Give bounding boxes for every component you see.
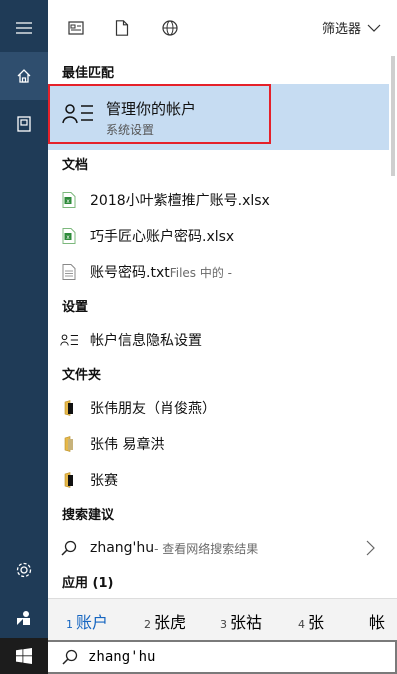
filter-label: 筛选器	[321, 22, 361, 37]
web-suggestion-item[interactable]: zhang'hu - 查看网络搜索结果	[48, 530, 389, 566]
search-results-panel: 最佳匹配 管理你的帐户 系统设置 文档 x 2018小叶紫檀推广账号.xlsx …	[48, 56, 389, 598]
document-item[interactable]: x 2018小叶紫檀推广账号.xlsx	[48, 182, 389, 218]
ime-candidate[interactable]: 3 张祜	[220, 609, 262, 633]
gear-icon	[16, 562, 32, 578]
section-apps: 应用 (1)	[62, 576, 114, 591]
candidate-number: 2	[144, 618, 151, 631]
svg-text:x: x	[66, 234, 70, 241]
filter-dropdown[interactable]: 筛选器	[322, 18, 381, 37]
chevron-down-icon	[367, 24, 381, 32]
section-suggestions: 搜索建议	[62, 508, 115, 523]
settings-name: 帐户信息隐私设置	[90, 333, 202, 349]
settings-item[interactable]: 帐户信息隐私设置	[48, 322, 389, 358]
feedback-icon	[17, 611, 30, 625]
folder-name: 张赛	[90, 473, 118, 489]
settings-button[interactable]	[0, 546, 48, 594]
svg-text:x: x	[66, 198, 70, 205]
excel-file-icon: x	[60, 227, 78, 245]
text-file-icon	[60, 263, 78, 281]
ime-candidate[interactable]: 4 张	[298, 609, 324, 633]
candidate-number: 4	[298, 618, 305, 631]
document-icon	[115, 20, 129, 36]
search-scope-toolbar: 筛选器	[48, 0, 397, 56]
candidate-text: 张虎	[154, 613, 187, 632]
web-scope-button[interactable]	[158, 16, 182, 40]
document-item[interactable]: x 巧手匠心账户密码.xlsx	[48, 218, 389, 254]
section-folders: 文件夹	[62, 368, 102, 383]
device-button[interactable]	[0, 100, 48, 148]
folder-icon	[60, 471, 78, 489]
candidate-text: 张	[308, 613, 325, 632]
document-name: 账号密码.txt	[90, 265, 170, 281]
chevron-right-icon[interactable]	[366, 540, 375, 560]
search-input[interactable]: zhang'hu	[88, 649, 155, 665]
candidate-number: 1	[66, 618, 73, 631]
best-match-item[interactable]: 管理你的帐户 系统设置	[48, 84, 389, 150]
candidate-number: 3	[220, 618, 227, 631]
ime-candidate[interactable]: 帐	[366, 609, 385, 633]
hamburger-menu-button[interactable]	[0, 4, 48, 52]
ime-candidate-bar: 1 账户 2 张虎 3 张祜 4 张 帐	[48, 598, 397, 640]
feedback-button[interactable]	[0, 594, 48, 642]
section-settings: 设置	[62, 300, 89, 315]
ime-candidate[interactable]: 1 账户	[66, 609, 108, 633]
home-button[interactable]	[0, 52, 48, 100]
results-scrollbar[interactable]	[389, 56, 397, 598]
section-documents: 文档	[62, 158, 89, 173]
device-icon	[17, 116, 31, 132]
start-rail	[0, 0, 48, 674]
folder-name: 张伟 易章洪	[90, 437, 165, 453]
excel-file-icon: x	[60, 191, 78, 209]
person-list-icon	[62, 103, 94, 129]
hamburger-icon	[16, 22, 32, 34]
document-item[interactable]: 账号密码.txt Files 中的 -	[48, 254, 389, 290]
person-list-icon	[60, 331, 78, 349]
home-icon	[17, 69, 31, 83]
folder-icon	[60, 435, 78, 453]
search-icon	[62, 649, 78, 665]
windows-logo-icon	[16, 648, 32, 664]
best-match-subtitle: 系统设置	[106, 123, 155, 137]
section-best-match: 最佳匹配	[62, 66, 115, 81]
scroll-thumb[interactable]	[391, 56, 395, 176]
search-icon	[60, 539, 78, 557]
suggestion-query: zhang'hu	[90, 540, 155, 556]
start-button[interactable]	[0, 638, 48, 674]
folder-item[interactable]: 张伟朋友（肖俊燕）	[48, 390, 389, 426]
documents-scope-button[interactable]	[110, 16, 134, 40]
document-name: 2018小叶紫檀推广账号.xlsx	[90, 193, 270, 209]
candidate-text: 账户	[76, 613, 109, 632]
folder-icon	[60, 399, 78, 417]
ime-candidate[interactable]: 2 张虎	[144, 609, 186, 633]
globe-icon	[162, 20, 178, 36]
document-name: 巧手匠心账户密码.xlsx	[90, 229, 235, 245]
folder-name: 张伟朋友（肖俊燕）	[90, 401, 216, 417]
taskbar-search-box[interactable]: zhang'hu	[48, 640, 397, 674]
document-location: Files 中的 -	[169, 265, 233, 280]
candidate-text: 帐	[369, 613, 386, 632]
folder-item[interactable]: 张伟 易章洪	[48, 426, 389, 462]
suggestion-hint: - 查看网络搜索结果	[154, 541, 259, 556]
best-match-title: 管理你的帐户	[106, 100, 197, 118]
app-window-icon	[68, 21, 84, 35]
folder-item[interactable]: 张赛	[48, 462, 389, 498]
apps-scope-button[interactable]	[64, 16, 88, 40]
candidate-text: 张祜	[230, 613, 263, 632]
